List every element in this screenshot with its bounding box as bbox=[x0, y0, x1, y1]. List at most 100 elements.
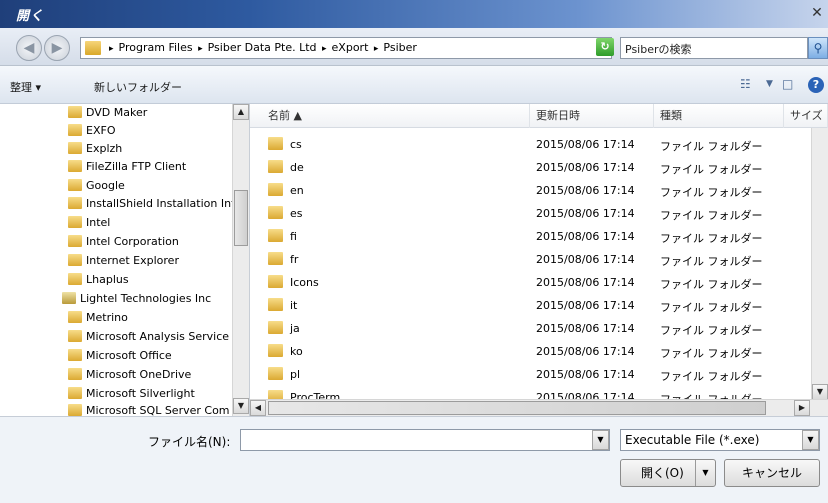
new-folder-button[interactable]: 新しいフォルダー bbox=[94, 79, 182, 95]
filename-input[interactable]: ▼ bbox=[240, 429, 610, 451]
scroll-down-icon[interactable]: ▼ bbox=[812, 384, 828, 400]
navigation-pane: DVD Maker EXFO Explzh FileZilla FTP Clie… bbox=[0, 104, 250, 416]
file-row[interactable]: Icons 2015/08/06 17:14 ファイル フォルダー bbox=[250, 272, 828, 295]
file-row[interactable]: pl 2015/08/06 17:14 ファイル フォルダー bbox=[250, 364, 828, 387]
filename-label: ファイル名(N): bbox=[148, 435, 231, 449]
folder-icon bbox=[268, 367, 283, 380]
folder-icon bbox=[68, 254, 82, 266]
breadcrumb-item[interactable]: Program Files bbox=[107, 41, 193, 54]
address-bar[interactable]: Program Files Psiber Data Pte. Ltd eXpor… bbox=[80, 37, 612, 59]
folder-icon bbox=[68, 235, 82, 247]
locked-folder-icon bbox=[62, 292, 76, 304]
file-row[interactable]: en 2015/08/06 17:14 ファイル フォルダー bbox=[250, 180, 828, 203]
nav-item[interactable]: Lightel Technologies Inc bbox=[62, 292, 211, 309]
folder-icon bbox=[68, 216, 82, 228]
title-bar: 開く ✕ bbox=[0, 0, 828, 28]
file-row[interactable]: fr 2015/08/06 17:14 ファイル フォルダー bbox=[250, 249, 828, 272]
chevron-down-icon[interactable]: ▼ bbox=[592, 430, 609, 450]
breadcrumb: Program Files Psiber Data Pte. Ltd eXpor… bbox=[107, 41, 417, 54]
file-row[interactable]: fi 2015/08/06 17:14 ファイル フォルダー bbox=[250, 226, 828, 249]
folder-icon bbox=[68, 142, 82, 154]
nav-item[interactable]: Explzh bbox=[68, 142, 122, 159]
scroll-down-icon[interactable]: ▼ bbox=[233, 398, 249, 414]
nav-item[interactable]: Intel Corporation bbox=[68, 235, 179, 252]
nav-item[interactable]: InstallShield Installation Inf bbox=[68, 197, 235, 214]
folder-icon bbox=[268, 137, 283, 150]
chevron-down-icon[interactable]: ▼ bbox=[802, 430, 819, 450]
folder-icon bbox=[68, 124, 82, 136]
chevron-down-icon[interactable]: ▼ bbox=[695, 460, 715, 486]
nav-item[interactable]: EXFO bbox=[68, 124, 115, 141]
nav-item[interactable]: Lhaplus bbox=[68, 273, 129, 290]
folder-icon bbox=[68, 179, 82, 191]
file-type-select[interactable]: Executable File (*.exe) ▼ bbox=[620, 429, 820, 451]
folder-icon bbox=[268, 252, 283, 265]
file-row[interactable]: cs 2015/08/06 17:14 ファイル フォルダー bbox=[250, 134, 828, 157]
folder-icon bbox=[85, 41, 101, 55]
scrollbar-thumb[interactable] bbox=[234, 190, 248, 246]
nav-item[interactable]: Google bbox=[68, 179, 125, 196]
file-row[interactable]: ja 2015/08/06 17:14 ファイル フォルダー bbox=[250, 318, 828, 341]
column-name[interactable]: 名前 ▲ bbox=[250, 104, 530, 128]
scrollbar-thumb[interactable] bbox=[268, 401, 766, 415]
nav-item[interactable]: Microsoft Silverlight bbox=[68, 387, 195, 404]
view-options-icon[interactable]: ☷ bbox=[740, 77, 751, 91]
folder-icon bbox=[268, 183, 283, 196]
folder-icon bbox=[68, 330, 82, 342]
file-row[interactable]: es 2015/08/06 17:14 ファイル フォルダー bbox=[250, 203, 828, 226]
back-button[interactable]: ◀ bbox=[16, 35, 42, 61]
folder-icon bbox=[268, 160, 283, 173]
command-bar: 整理 ▾ 新しいフォルダー ☷ ▼ □ ? bbox=[0, 66, 828, 104]
nav-item[interactable]: Microsoft OneDrive bbox=[68, 368, 191, 385]
folder-icon bbox=[68, 387, 82, 399]
address-row: ◀ ▶ Program Files Psiber Data Pte. Ltd e… bbox=[0, 28, 828, 66]
nav-item[interactable]: Microsoft SQL Server Com bbox=[68, 404, 230, 416]
folder-icon bbox=[268, 206, 283, 219]
folder-icon bbox=[68, 349, 82, 361]
list-vertical-scrollbar[interactable]: ▼ bbox=[811, 128, 828, 400]
file-row[interactable]: it 2015/08/06 17:14 ファイル フォルダー bbox=[250, 295, 828, 318]
scroll-left-icon[interactable]: ◀ bbox=[250, 400, 266, 416]
preview-pane-icon[interactable]: □ bbox=[782, 77, 793, 91]
nav-item[interactable]: FileZilla FTP Client bbox=[68, 160, 186, 177]
forward-button[interactable]: ▶ bbox=[44, 35, 70, 61]
folder-icon bbox=[268, 275, 283, 288]
window-title: 開く bbox=[16, 9, 45, 24]
file-row[interactable]: de 2015/08/06 17:14 ファイル フォルダー bbox=[250, 157, 828, 180]
help-icon[interactable]: ? bbox=[808, 77, 824, 93]
nav-item[interactable]: Intel bbox=[68, 216, 110, 233]
nav-item[interactable]: Internet Explorer bbox=[68, 254, 179, 271]
folder-icon bbox=[268, 321, 283, 334]
nav-scrollbar[interactable]: ▲ ▼ bbox=[232, 104, 249, 416]
nav-item[interactable]: Metrino bbox=[68, 311, 128, 328]
list-horizontal-scrollbar[interactable]: ◀ ▶ bbox=[250, 399, 828, 416]
organize-menu[interactable]: 整理 ▾ bbox=[10, 79, 41, 95]
folder-icon bbox=[68, 106, 82, 118]
file-list: 名前 ▲ 更新日時 種類 サイズ cs 2015/08/06 17:14 ファイル … bbox=[250, 104, 828, 416]
column-date[interactable]: 更新日時 bbox=[530, 104, 654, 128]
breadcrumb-item[interactable]: Psiber bbox=[372, 41, 417, 54]
column-size[interactable]: サイズ bbox=[784, 104, 828, 128]
chevron-down-icon[interactable]: ▼ bbox=[766, 79, 773, 89]
nav-item[interactable]: DVD Maker bbox=[68, 106, 147, 123]
file-row[interactable]: ko 2015/08/06 17:14 ファイル フォルダー bbox=[250, 341, 828, 364]
folder-icon bbox=[68, 404, 82, 416]
breadcrumb-item[interactable]: Psiber Data Pte. Ltd bbox=[196, 41, 316, 54]
search-input[interactable]: Psiberの検索 bbox=[620, 37, 808, 59]
folder-icon bbox=[68, 368, 82, 380]
refresh-icon[interactable]: ↻ bbox=[596, 38, 614, 56]
search-icon[interactable]: ⚲ bbox=[808, 37, 828, 59]
scroll-right-icon[interactable]: ▶ bbox=[794, 400, 810, 416]
folder-icon bbox=[268, 229, 283, 242]
open-button[interactable]: 開く(O) ▼ bbox=[620, 459, 716, 487]
dialog-footer: ファイル名(N): ▼ Executable File (*.exe) ▼ 開く… bbox=[0, 416, 828, 503]
cancel-button[interactable]: キャンセル bbox=[724, 459, 820, 487]
folder-icon bbox=[268, 344, 283, 357]
nav-item[interactable]: Microsoft Analysis Service bbox=[68, 330, 229, 347]
close-icon[interactable]: ✕ bbox=[808, 4, 826, 22]
breadcrumb-item[interactable]: eXport bbox=[320, 41, 368, 54]
folder-icon bbox=[68, 197, 82, 209]
nav-item[interactable]: Microsoft Office bbox=[68, 349, 172, 366]
scroll-up-icon[interactable]: ▲ bbox=[233, 104, 249, 120]
column-type[interactable]: 種類 bbox=[654, 104, 784, 128]
